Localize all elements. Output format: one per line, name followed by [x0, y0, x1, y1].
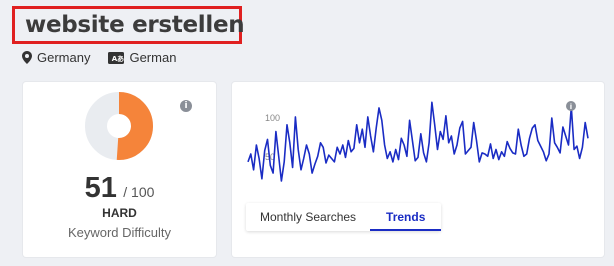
tab-monthly-searches[interactable]: Monthly Searches: [246, 203, 370, 231]
keyword-title: website erstellen: [25, 12, 245, 38]
difficulty-level: HARD: [102, 206, 137, 220]
keyword-meta: Germany A あ German: [22, 50, 194, 65]
trends-card: 100 50 i Monthly Searches Trends: [232, 82, 604, 257]
keyword-title-highlight: website erstellen: [12, 6, 245, 44]
country-label: Germany: [37, 50, 91, 65]
keyword-difficulty-card: i 51 / 100 HARD Keyword Difficulty: [23, 82, 216, 257]
difficulty-label: Keyword Difficulty: [67, 225, 172, 240]
svg-text:あ: あ: [117, 54, 124, 63]
trend-tabs: Monthly Searches Trends: [246, 203, 442, 231]
trend-chart: 100 50 i: [247, 101, 589, 182]
difficulty-score: 51 / 100: [23, 172, 216, 205]
language-info: A あ German: [108, 50, 176, 65]
location-pin-icon: [22, 51, 32, 64]
difficulty-max: / 100: [123, 184, 155, 200]
axis-label-top: 100: [265, 113, 280, 123]
tab-trends[interactable]: Trends: [370, 203, 442, 231]
info-icon[interactable]: i: [180, 100, 192, 112]
trend-series-line: [247, 101, 589, 182]
language-label: German: [129, 50, 177, 65]
country-info: Germany: [22, 50, 90, 65]
translate-icon: A あ: [108, 51, 125, 64]
difficulty-value: 51: [84, 172, 117, 204]
difficulty-gauge: [85, 92, 153, 160]
svg-text:i: i: [570, 103, 572, 111]
